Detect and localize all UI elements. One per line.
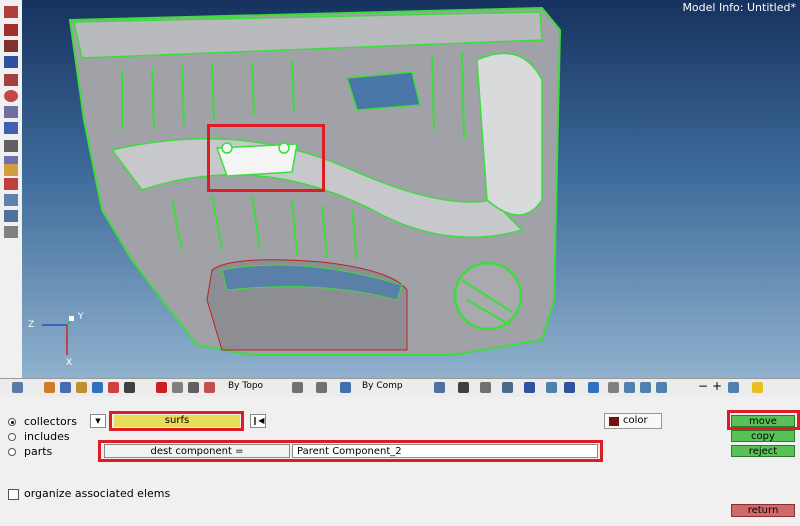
redo-icon[interactable] (728, 382, 739, 393)
axis-y-label: Y (78, 312, 84, 322)
cube-icon[interactable] (340, 382, 351, 393)
undo-icon[interactable] (656, 382, 667, 393)
fit-icon[interactable] (76, 382, 87, 393)
pan-icon[interactable] (44, 382, 55, 393)
wrench-icon[interactable] (608, 382, 619, 393)
select-arrow-icon[interactable] (292, 382, 303, 393)
mask-icon[interactable] (172, 382, 183, 393)
layer-icon[interactable] (546, 382, 557, 393)
shade-mode-icon[interactable] (434, 382, 445, 393)
binoculars-icon[interactable] (4, 106, 18, 118)
color-button[interactable]: color (604, 413, 662, 429)
axis-z-label: Z (28, 320, 35, 330)
rotate-part-icon[interactable] (316, 382, 327, 393)
move-button[interactable]: move (731, 415, 795, 427)
minus-icon[interactable]: − (698, 379, 708, 393)
grid-icon[interactable] (588, 382, 599, 393)
surfs-selector[interactable]: surfs (114, 415, 240, 427)
wire-mode-icon[interactable] (458, 382, 469, 393)
graphics-viewport[interactable]: Model Info: Untitled* Y Z X (22, 0, 800, 378)
chevron-down-icon: ▼ (95, 417, 101, 425)
reset-selection-icon[interactable]: ❙◀ (250, 414, 266, 428)
display-icon[interactable] (4, 24, 18, 36)
left-toolbar (0, 0, 23, 378)
radio-collectors[interactable] (8, 418, 16, 426)
radio-includes[interactable] (8, 433, 16, 441)
wire-icon[interactable] (4, 74, 18, 86)
radio-includes-label[interactable]: includes (24, 430, 70, 443)
view-front-icon[interactable] (92, 382, 103, 393)
copy-button[interactable]: copy (731, 430, 795, 442)
find-icon[interactable] (204, 382, 215, 393)
radio-parts[interactable] (8, 448, 16, 456)
abc-label-red-icon[interactable] (4, 178, 18, 190)
return-button[interactable]: return (731, 504, 795, 517)
collector-dropdown[interactable]: ▼ (90, 414, 106, 428)
radio-collectors-label[interactable]: collectors (24, 415, 77, 428)
by-comp-label[interactable]: By Comp (362, 381, 420, 391)
arrow-right-icon[interactable] (640, 382, 651, 393)
radio-parts-label[interactable]: parts (24, 445, 52, 458)
view-top-icon[interactable] (108, 382, 119, 393)
axis-x-label: X (66, 358, 73, 368)
unmask-icon[interactable] (188, 382, 199, 393)
organize-label[interactable]: organize associated elems (24, 487, 170, 500)
edge-icon[interactable] (480, 382, 491, 393)
dest-component-field[interactable]: Parent Component_2 (292, 444, 598, 458)
color-swatch (609, 417, 619, 426)
shade-icon[interactable] (4, 40, 18, 52)
reject-button[interactable]: reject (731, 445, 795, 457)
view-icon[interactable] (4, 6, 18, 18)
dest-component-label[interactable]: dest component = (104, 444, 290, 458)
main-toolbar: By Topo By Comp − + (0, 378, 800, 398)
misc-icon[interactable] (4, 226, 18, 238)
star-icon[interactable] (752, 382, 763, 393)
measure-icon[interactable] (4, 140, 18, 152)
numbers-icon[interactable] (4, 122, 18, 134)
by-topo-label[interactable]: By Topo (228, 381, 286, 391)
door-panel-model (42, 6, 562, 356)
delete-icon[interactable] (156, 382, 167, 393)
node-icon[interactable] (4, 210, 18, 222)
element-icon[interactable] (4, 194, 18, 206)
view-side-icon[interactable] (124, 382, 135, 393)
record-icon[interactable] (4, 90, 18, 102)
solid-icon[interactable] (524, 382, 535, 393)
rotate-icon[interactable] (12, 382, 23, 393)
selection-highlight-box (207, 124, 325, 192)
zoom-icon[interactable] (60, 382, 71, 393)
arrow-left-icon[interactable] (624, 382, 635, 393)
color-label: color (623, 415, 648, 426)
abc-label-icon[interactable] (4, 164, 18, 176)
mesh-icon[interactable] (4, 56, 18, 68)
monitor-icon[interactable] (564, 382, 575, 393)
surface-icon[interactable] (502, 382, 513, 393)
organize-panel: collectors includes parts ▼ surfs ❙◀ des… (0, 397, 800, 526)
plus-icon[interactable]: + (712, 379, 722, 393)
organize-checkbox[interactable] (8, 489, 19, 500)
